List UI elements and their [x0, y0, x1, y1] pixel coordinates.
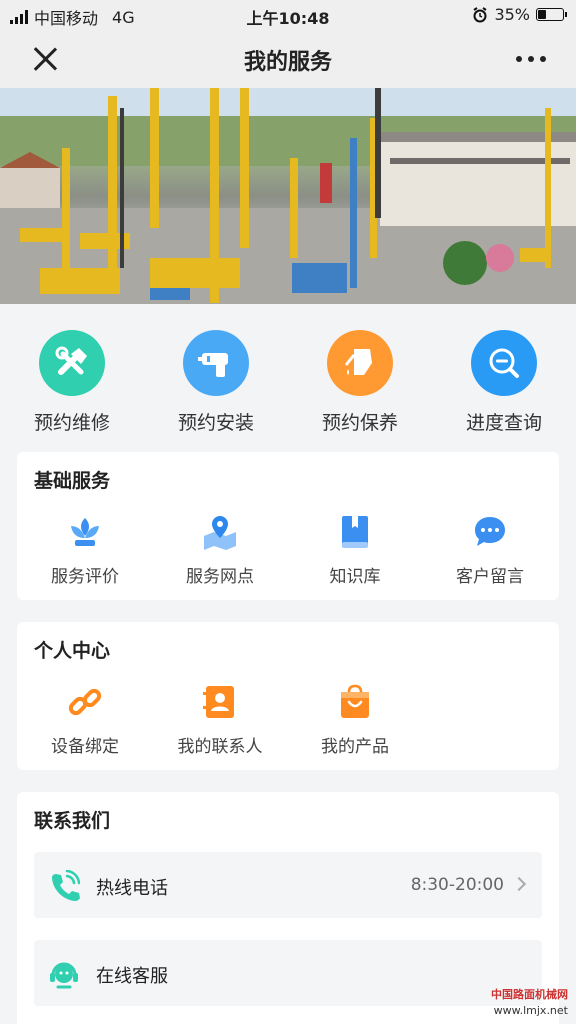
- alarm-icon: [473, 6, 487, 22]
- personal-item-contacts[interactable]: 我的联系人: [152, 682, 288, 757]
- quick-action-maintenance[interactable]: 预约保养: [288, 330, 432, 435]
- personal-item-label: 我的产品: [321, 737, 389, 757]
- book-icon: [335, 512, 375, 552]
- more-icon[interactable]: [516, 56, 546, 62]
- status-bar: 中国移动 4G 上午10:48 35%: [0, 0, 576, 30]
- map-pin-icon: [200, 512, 240, 552]
- banner-illustration: [0, 88, 576, 304]
- battery-percent: 35%: [494, 5, 530, 24]
- drill-icon: [183, 330, 249, 396]
- service-item-label: 客户留言: [456, 567, 524, 587]
- status-right: 35%: [472, 5, 567, 24]
- nav-bar: 我的服务: [0, 30, 576, 88]
- watermark-title: 中国路面机械网: [491, 988, 568, 1002]
- chevron-right-icon: [511, 876, 527, 892]
- service-item-label: 服务网点: [186, 567, 254, 587]
- row-label: 热线电话: [96, 878, 168, 899]
- row-label: 在线客服: [96, 966, 168, 987]
- personal-item-products[interactable]: 我的产品: [287, 682, 423, 757]
- quick-action-label: 进度查询: [465, 412, 542, 434]
- section-title: 基础服务: [34, 470, 111, 492]
- quick-action-label: 预约保养: [321, 412, 398, 434]
- service-item-message[interactable]: 客户留言: [422, 512, 558, 587]
- flower-icon: [65, 512, 105, 552]
- watermark: 中国路面机械网 www.lmjx.net: [491, 987, 568, 1018]
- quick-action-progress[interactable]: 进度查询: [432, 330, 576, 435]
- watermark-url: www.lmjx.net: [493, 1003, 568, 1017]
- contact-book-icon: [200, 682, 240, 722]
- contact-us-card: 联系我们 热线电话 8:30-20:00 在线客服: [17, 792, 559, 1024]
- battery-icon: [536, 8, 567, 21]
- section-title: 联系我们: [34, 810, 111, 832]
- service-item-rating[interactable]: 服务评价: [17, 512, 153, 587]
- progress-search-icon: [471, 330, 537, 396]
- hotline-row[interactable]: 热线电话 8:30-20:00: [34, 852, 542, 918]
- quick-action-install[interactable]: 预约安装: [144, 330, 288, 435]
- hotline-hours: 8:30-20:00: [410, 875, 504, 895]
- personal-item-label: 我的联系人: [177, 737, 263, 757]
- shopping-bag-icon: [335, 682, 375, 722]
- oil-can-icon: [327, 330, 393, 396]
- banner-image[interactable]: [0, 88, 576, 304]
- quick-actions: 预约维修 预约安装 预约保养 进度查询: [0, 304, 576, 444]
- headset-icon: [50, 962, 78, 989]
- online-service-row[interactable]: 在线客服: [34, 940, 542, 1006]
- quick-action-repair[interactable]: 预约维修: [0, 330, 144, 435]
- quick-action-label: 预约安装: [177, 412, 254, 434]
- chat-bubble-icon: [470, 512, 510, 552]
- phone-icon: [52, 870, 80, 901]
- service-item-label: 服务评价: [51, 567, 119, 587]
- service-item-label: 知识库: [329, 567, 381, 587]
- personal-item-binding[interactable]: 设备绑定: [17, 682, 153, 757]
- battery-fill: [538, 10, 546, 19]
- page-title: 我的服务: [243, 50, 332, 75]
- repair-tools-icon: [39, 330, 105, 396]
- service-item-outlets[interactable]: 服务网点: [152, 512, 288, 587]
- basic-services-card: 基础服务 服务评价 服务网点 知识库 客户留言: [17, 452, 559, 600]
- link-icon: [65, 682, 105, 722]
- quick-action-label: 预约维修: [33, 412, 110, 434]
- section-title: 个人中心: [34, 640, 111, 662]
- personal-center-card: 个人中心 设备绑定 我的联系人 我的产品: [17, 622, 559, 770]
- service-item-knowledge[interactable]: 知识库: [287, 512, 423, 587]
- personal-item-label: 设备绑定: [51, 737, 119, 757]
